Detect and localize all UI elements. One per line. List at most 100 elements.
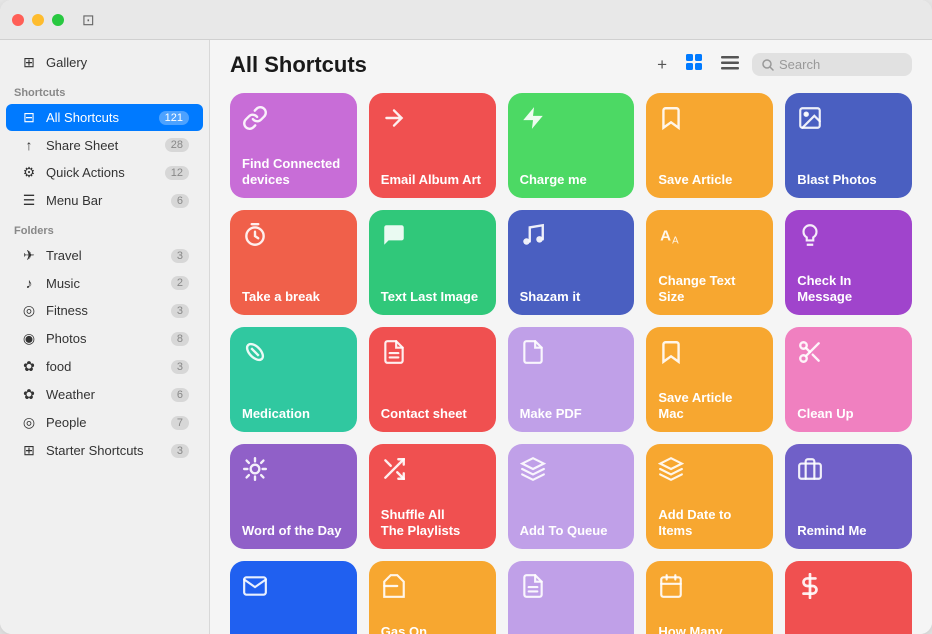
share-sheet-icon: ↑ xyxy=(20,137,38,153)
shortcut-card-blast-photos[interactable]: Blast Photos xyxy=(785,93,912,198)
maximize-button[interactable] xyxy=(52,14,64,26)
food-label: food xyxy=(46,359,71,374)
sidebar-item-quick-actions[interactable]: ⚙ Quick Actions 12 xyxy=(6,159,203,186)
food-badge: 3 xyxy=(171,360,189,374)
shortcut-card-email-album-art[interactable]: Email Album Art xyxy=(369,93,496,198)
gallery-label: Gallery xyxy=(46,55,87,70)
minimize-button[interactable] xyxy=(32,14,44,26)
card-label-gas-on-this-street: Gas On This Street xyxy=(381,618,484,634)
food-icon: ✿ xyxy=(20,358,38,375)
shortcuts-section-header: Shortcuts xyxy=(0,77,209,103)
shortcut-card-contact-sheet[interactable]: Contact sheet xyxy=(369,327,496,432)
shortcut-card-shuffle-all-playlists[interactable]: Shuffle All The Playlists xyxy=(369,444,496,549)
card-label-shazam-it: Shazam it xyxy=(520,283,623,305)
people-label: People xyxy=(46,415,86,430)
shortcut-card-change-text-size[interactable]: AAChange Text Size xyxy=(646,210,773,315)
titlebar: ⊡ xyxy=(0,0,932,40)
music-badge: 2 xyxy=(171,276,189,290)
close-button[interactable] xyxy=(12,14,24,26)
message-icon xyxy=(381,222,484,248)
list-view-button[interactable] xyxy=(716,52,744,78)
scissors-icon xyxy=(797,339,900,365)
shortcut-card-medication[interactable]: Medication xyxy=(230,327,357,432)
sidebar-item-fitness[interactable]: ◎ Fitness 3 xyxy=(6,297,203,324)
card-label-charge-me: Charge me xyxy=(520,166,623,188)
share-icon xyxy=(381,105,484,131)
add-button[interactable]: + xyxy=(652,52,672,78)
bulb-icon xyxy=(797,222,900,248)
pill-icon xyxy=(242,339,345,365)
card-label-check-in-message: Check In Message xyxy=(797,267,900,306)
starter-label: Starter Shortcuts xyxy=(46,443,144,458)
sidebar-item-starter-shortcuts[interactable]: ⊞ Starter Shortcuts 3 xyxy=(6,437,203,464)
shortcut-card-sort-lines[interactable]: Sort Lines xyxy=(508,561,635,634)
search-icon xyxy=(762,59,774,71)
card-label-save-article: Save Article xyxy=(658,166,761,188)
card-label-blast-photos: Blast Photos xyxy=(797,166,900,188)
sidebar-item-weather[interactable]: ✿ Weather 6 xyxy=(6,381,203,408)
sidebar-item-music[interactable]: ♪ Music 2 xyxy=(6,270,203,296)
menu-bar-badge: 6 xyxy=(171,194,189,208)
shortcut-card-shazam-it[interactable]: Shazam it xyxy=(508,210,635,315)
dollar-icon xyxy=(797,573,900,599)
shortcut-card-save-article-mac[interactable]: Save Article Mac xyxy=(646,327,773,432)
card-label-shuffle-all-playlists: Shuffle All The Playlists xyxy=(381,501,484,540)
shortcut-card-clean-up[interactable]: Clean Up xyxy=(785,327,912,432)
shortcut-card-text-last-image[interactable]: Text Last Image xyxy=(369,210,496,315)
card-label-word-of-the-day: Word of the Day xyxy=(242,517,345,539)
shortcut-card-charge-me[interactable]: Charge me xyxy=(508,93,635,198)
photo-icon xyxy=(797,105,900,131)
music-label: Music xyxy=(46,276,80,291)
quick-actions-badge: 12 xyxy=(165,166,189,180)
sun-icon xyxy=(242,456,345,482)
main-content: All Shortcuts + xyxy=(210,40,932,634)
all-shortcuts-badge: 121 xyxy=(159,111,189,125)
link-icon xyxy=(242,105,345,131)
shortcut-card-how-many-days-until[interactable]: How Many Days Until xyxy=(646,561,773,634)
shortcut-card-gas-on-this-street[interactable]: Gas On This Street xyxy=(369,561,496,634)
music-icon xyxy=(520,222,623,248)
sidebar-item-photos[interactable]: ◉ Photos 8 xyxy=(6,325,203,352)
sidebar-item-travel[interactable]: ✈ Travel 3 xyxy=(6,242,203,269)
share-sheet-label: Share Sheet xyxy=(46,138,118,153)
shortcut-card-save-article[interactable]: Save Article xyxy=(646,93,773,198)
card-label-medication: Medication xyxy=(242,400,345,422)
header-actions: + xyxy=(652,50,912,79)
weather-label: Weather xyxy=(46,387,95,402)
sidebar-item-all-shortcuts[interactable]: ⊟ All Shortcuts 121 xyxy=(6,104,203,131)
shortcut-card-take-a-break[interactable]: Take a break xyxy=(230,210,357,315)
bookmark-icon xyxy=(658,339,761,365)
page-title: All Shortcuts xyxy=(230,52,640,78)
people-icon: ◎ xyxy=(20,414,38,431)
bookmark-icon xyxy=(658,105,761,131)
photos-icon: ◉ xyxy=(20,330,38,347)
app-body: ⊞ Gallery Shortcuts ⊟ All Shortcuts 121 … xyxy=(0,40,932,634)
shortcut-card-check-in-message[interactable]: Check In Message xyxy=(785,210,912,315)
search-box[interactable]: Search xyxy=(752,53,912,76)
sidebar-toggle-icon[interactable]: ⊡ xyxy=(82,11,95,29)
shortcut-card-make-pdf[interactable]: Make PDF xyxy=(508,327,635,432)
shortcut-card-add-to-queue[interactable]: Add To Queue xyxy=(508,444,635,549)
card-label-email-album-art: Email Album Art xyxy=(381,166,484,188)
sidebar-item-menu-bar[interactable]: ☰ Menu Bar 6 xyxy=(6,187,203,214)
shortcut-card-calculate-tip[interactable]: Calculate Tip xyxy=(785,561,912,634)
sidebar-item-food[interactable]: ✿ food 3 xyxy=(6,353,203,380)
shortcut-card-add-date-to-items[interactable]: Add Date to Items xyxy=(646,444,773,549)
grid-view-button[interactable] xyxy=(680,50,708,79)
timer-icon xyxy=(242,222,345,248)
main-header: All Shortcuts + xyxy=(210,40,932,89)
shortcut-card-word-of-the-day[interactable]: Word of the Day xyxy=(230,444,357,549)
shortcut-card-find-connected-devices[interactable]: Find Connected devices xyxy=(230,93,357,198)
travel-badge: 3 xyxy=(171,249,189,263)
shortcut-card-remind-me[interactable]: Remind Me xyxy=(785,444,912,549)
fuel-icon xyxy=(381,573,484,599)
search-placeholder: Search xyxy=(779,57,820,72)
shortcut-card-email-myself[interactable]: Email Myself xyxy=(230,561,357,634)
sidebar-item-gallery[interactable]: ⊞ Gallery xyxy=(6,49,203,76)
sidebar-item-share-sheet[interactable]: ↑ Share Sheet 28 xyxy=(6,132,203,158)
pdf-icon xyxy=(520,339,623,365)
card-label-make-pdf: Make PDF xyxy=(520,400,623,422)
folders-section-header: Folders xyxy=(0,215,209,241)
card-label-remind-me: Remind Me xyxy=(797,517,900,539)
sidebar-item-people[interactable]: ◎ People 7 xyxy=(6,409,203,436)
